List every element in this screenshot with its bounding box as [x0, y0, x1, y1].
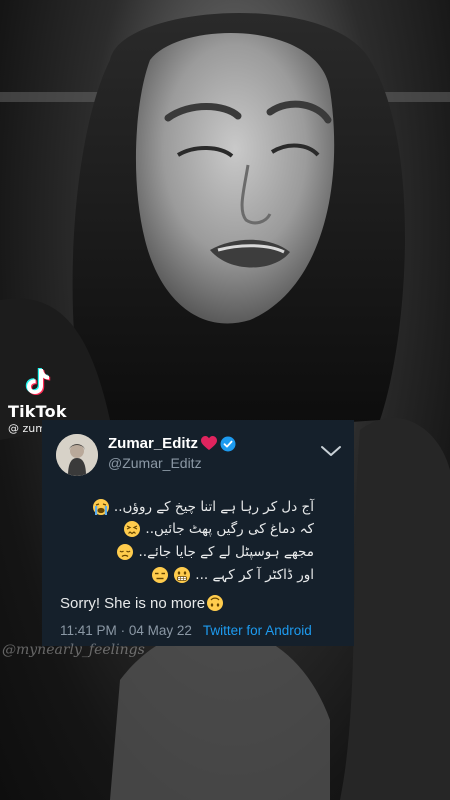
tweet-source[interactable]: Twitter for Android	[203, 623, 312, 638]
persevering-face-icon	[124, 521, 141, 537]
tweet-line-2: کہ دماغ کی رگیں پھٹ جائیں..	[44, 520, 314, 538]
avatar[interactable]	[56, 434, 98, 476]
tweet-closing-line: Sorry! She is no more	[60, 594, 224, 612]
tweet-time[interactable]: 11:41 PM	[60, 623, 117, 638]
video-frame: TikTok @ zumar_editz Zumar_Editz @Zumar_…	[0, 0, 450, 800]
chevron-down-icon[interactable]	[320, 444, 342, 458]
tweet-line-4-text: اور ڈاکٹر آ کر کہے ...	[195, 567, 314, 583]
tweet-date[interactable]: 04 May 22	[129, 623, 192, 638]
author-row: Zumar_Editz	[108, 435, 236, 452]
red-heart-icon	[201, 436, 218, 450]
tweet-line-1-text: آج دل کر رہا ہے اتنا چیخ کے روؤں..	[113, 499, 314, 515]
upside-down-face-icon	[207, 595, 224, 611]
tweet-meta: 11:41 PM · 04 May 22 Twitter for Android	[60, 623, 312, 638]
tweet-line-3: مجھے ہوسپٹل لے کے جایا جائے..	[44, 543, 314, 561]
author-display-name[interactable]: Zumar_Editz	[108, 435, 198, 452]
tweet-closing-text: Sorry! She is no more	[60, 594, 206, 612]
grimacing-face-icon	[173, 567, 190, 583]
tweet-card[interactable]: Zumar_Editz @Zumar_Editz آج دل کر رہا ہے…	[42, 420, 354, 646]
verified-badge-icon	[220, 436, 236, 451]
disappointed-face-icon	[117, 544, 134, 560]
meta-separator: ·	[120, 623, 126, 638]
tiktok-logo-icon	[25, 368, 51, 395]
avatar-image	[56, 434, 98, 476]
tweet-line-2-text: کہ دماغ کی رگیں پھٹ جائیں..	[145, 521, 314, 537]
loudly-crying-face-icon	[92, 499, 109, 515]
author-handle[interactable]: @Zumar_Editz	[108, 455, 202, 471]
tweet-line-3-text: مجھے ہوسپٹل لے کے جایا جائے..	[138, 544, 315, 560]
tweet-line-4: اور ڈاکٹر آ کر کہے ...	[44, 566, 314, 584]
tweet-line-1: آج دل کر رہا ہے اتنا چیخ کے روؤں..	[44, 498, 314, 516]
expressionless-face-icon	[151, 567, 168, 583]
tiktok-label: TikTok	[8, 402, 67, 421]
creator-watermark: @mynearly_feelings	[2, 642, 145, 658]
